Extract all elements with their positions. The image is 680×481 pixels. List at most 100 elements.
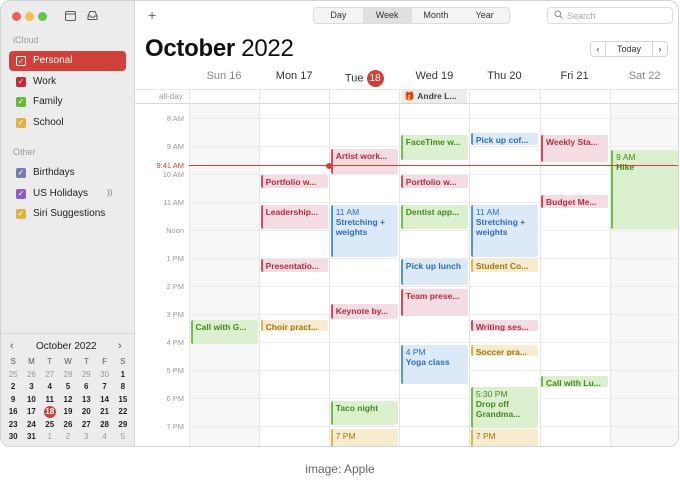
calendar-event[interactable]: Weekly Sta... <box>541 134 609 162</box>
mini-day[interactable]: 30 <box>95 369 113 382</box>
maximize-window-button[interactable] <box>38 12 47 21</box>
mini-day[interactable]: 17 <box>22 406 40 419</box>
calendar-event[interactable]: Taco night <box>330 400 398 425</box>
checkbox-icon[interactable]: ✓ <box>16 209 26 219</box>
mini-day[interactable]: 16 <box>4 406 22 419</box>
day-header-wed[interactable]: Wed 19 <box>399 70 469 82</box>
next-week-button[interactable]: › <box>652 41 668 57</box>
mini-day[interactable]: 27 <box>41 369 59 382</box>
mini-day[interactable]: 25 <box>41 419 59 432</box>
mini-day[interactable]: 18 <box>41 406 59 419</box>
day-header-thu[interactable]: Thu 20 <box>469 70 539 82</box>
calendar-item-siri-suggestions[interactable]: ✓ Siri Suggestions <box>9 204 126 224</box>
mini-day[interactable]: 20 <box>77 406 95 419</box>
calendar-list-icon[interactable] <box>65 10 76 21</box>
calendar-event[interactable]: 5:30 PM Drop off Grandma... <box>470 386 538 428</box>
view-tab-month[interactable]: Month <box>412 8 461 23</box>
mini-today-badge[interactable]: 18 <box>43 406 56 418</box>
calendar-event[interactable]: Portfolio w... <box>400 175 468 189</box>
calendar-event[interactable]: 9 AM Hike <box>611 150 678 229</box>
mini-day[interactable]: 12 <box>59 394 77 407</box>
calendar-event[interactable]: Writing ses... <box>470 319 538 332</box>
calendar-event[interactable]: Soccer pra... <box>470 344 538 357</box>
calendar-event[interactable]: 4 PM Yoga class <box>400 344 468 385</box>
mini-day[interactable]: 9 <box>4 394 22 407</box>
mini-day[interactable]: 3 <box>22 381 40 394</box>
mini-day[interactable]: 7 <box>95 381 113 394</box>
calendar-event[interactable]: Student Co... <box>470 259 538 273</box>
mini-day[interactable]: 23 <box>4 419 22 432</box>
calendar-item-personal[interactable]: ✓ Personal <box>9 51 126 71</box>
mini-day[interactable]: 10 <box>22 394 40 407</box>
calendar-event[interactable]: Team prese... <box>400 288 468 316</box>
day-header-fri[interactable]: Fri 21 <box>540 70 610 82</box>
calendar-event[interactable]: Call with Lu... <box>541 375 609 388</box>
mini-day[interactable]: 25 <box>4 369 22 382</box>
calendar-event[interactable]: 7 PM <box>470 428 538 446</box>
checkbox-icon[interactable]: ✓ <box>16 188 26 199</box>
calendar-event[interactable]: 7 PM <box>330 428 398 446</box>
calendar-event[interactable]: Call with G... <box>190 319 258 344</box>
mini-day[interactable]: 13 <box>77 394 95 407</box>
checkbox-icon[interactable]: ✓ <box>16 76 26 87</box>
inbox-icon[interactable] <box>87 10 98 21</box>
mini-prev-month-icon[interactable]: ‹ <box>10 340 14 352</box>
checkbox-icon[interactable]: ✓ <box>16 97 26 107</box>
add-event-button[interactable]: + <box>148 7 156 23</box>
today-button[interactable]: Today <box>605 41 653 57</box>
mini-next-month-icon[interactable]: › <box>118 340 122 352</box>
mini-day[interactable]: 28 <box>95 419 113 432</box>
mini-day[interactable]: 3 <box>77 431 95 444</box>
calendar-event[interactable]: Choir pract... <box>260 319 328 332</box>
calendar-item-us-holidays[interactable]: ✓ US Holidays)) <box>9 184 126 204</box>
mini-day[interactable]: 30 <box>4 431 22 444</box>
mini-day[interactable]: 26 <box>22 369 40 382</box>
calendar-event[interactable]: Dentist app... <box>400 204 468 229</box>
mini-day[interactable]: 1 <box>41 431 59 444</box>
mini-day[interactable]: 28 <box>59 369 77 382</box>
search-input[interactable]: Search <box>547 7 673 24</box>
calendar-item-birthdays[interactable]: ✓ Birthdays <box>9 163 126 183</box>
mini-day[interactable]: 24 <box>22 419 40 432</box>
view-tab-day[interactable]: Day <box>314 8 363 23</box>
mini-day[interactable]: 11 <box>41 394 59 407</box>
mini-day[interactable]: 4 <box>41 381 59 394</box>
view-tab-year[interactable]: Year <box>460 8 509 23</box>
checkbox-icon[interactable]: ✓ <box>16 56 26 66</box>
calendar-event[interactable]: FaceTime w... <box>400 134 468 161</box>
calendar-item-school[interactable]: ✓ School <box>9 113 126 133</box>
mini-day[interactable]: 29 <box>114 419 132 432</box>
day-header-tue[interactable]: Tue 18 <box>329 70 399 87</box>
view-tab-week[interactable]: Week <box>362 8 412 23</box>
calendar-event[interactable]: Budget Me... <box>541 195 609 208</box>
mini-day[interactable]: 22 <box>114 406 132 419</box>
calendar-event[interactable]: 11 AM Stretching + weights <box>470 204 538 257</box>
mini-day[interactable]: 15 <box>114 394 132 407</box>
calendar-event[interactable]: Pick up lunch <box>400 259 468 285</box>
mini-day[interactable]: 6 <box>77 381 95 394</box>
calendar-event[interactable]: Artist work... <box>330 148 398 175</box>
all-day-event[interactable]: 🎁 Andre L... <box>401 90 468 103</box>
checkbox-icon[interactable]: ✓ <box>16 168 26 178</box>
mini-day[interactable]: 27 <box>77 419 95 432</box>
mini-day[interactable]: 5 <box>59 381 77 394</box>
mini-day[interactable]: 2 <box>4 381 22 394</box>
prev-week-button[interactable]: ‹ <box>590 41 606 57</box>
day-header-sat[interactable]: Sat 22 <box>610 70 678 82</box>
calendar-event[interactable]: Presentatio... <box>260 259 328 273</box>
calendar-event[interactable]: Keynote by... <box>330 304 398 319</box>
mini-day[interactable]: 26 <box>59 419 77 432</box>
mini-day[interactable]: 2 <box>59 431 77 444</box>
mini-day[interactable]: 31 <box>22 431 40 444</box>
mini-day[interactable]: 4 <box>95 431 113 444</box>
calendar-item-work[interactable]: ✓ Work <box>9 72 126 92</box>
minimize-window-button[interactable] <box>25 12 34 21</box>
calendar-item-family[interactable]: ✓ Family <box>9 92 126 112</box>
mini-day[interactable]: 5 <box>114 431 132 444</box>
calendar-event[interactable]: Pick up cof... <box>470 133 538 145</box>
mini-day[interactable]: 1 <box>114 369 132 382</box>
mini-day[interactable]: 8 <box>114 381 132 394</box>
mini-day[interactable]: 14 <box>95 394 113 407</box>
mini-day[interactable]: 21 <box>95 406 113 419</box>
calendar-event[interactable]: Portfolio w... <box>260 175 328 189</box>
